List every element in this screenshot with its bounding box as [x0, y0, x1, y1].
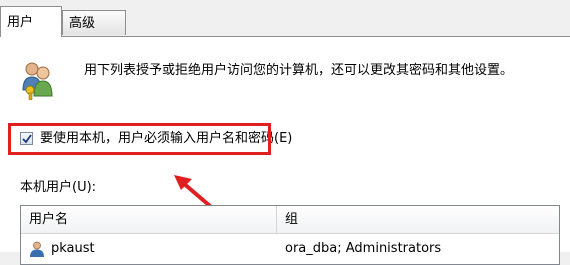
column-header-username[interactable]: 用户名 [21, 206, 277, 234]
local-users-label: 本机用户(U): [20, 180, 97, 195]
tab-advanced[interactable]: 高级 [62, 10, 126, 35]
require-login-label: 要使用本机，用户必须输入用户名和密码(E) [40, 131, 293, 146]
users-key-icon [22, 62, 53, 100]
cell-group: ora_dba; Administrators [285, 241, 442, 256]
local-users-list[interactable]: 用户名 组 pkaust ora_dba; Administrators [20, 205, 560, 265]
tab-users[interactable]: 用户 [0, 6, 62, 37]
users-tab-panel: 用下列表授予或拒绝用户访问您的计算机，还可以更改其密码和其他设置。 要使用本机，… [0, 36, 570, 265]
tab-strip: 用户 高级 [0, 0, 570, 37]
description-text: 用下列表授予或拒绝用户访问您的计算机，还可以更改其密码和其他设置。 [84, 63, 514, 78]
user-icon [30, 241, 44, 257]
column-header-group[interactable]: 组 [277, 206, 559, 234]
require-login-checkbox[interactable] [20, 132, 33, 145]
checkmark-icon [22, 134, 32, 144]
cell-username: pkaust [51, 241, 95, 256]
table-row[interactable]: pkaust ora_dba; Administrators [21, 235, 559, 259]
